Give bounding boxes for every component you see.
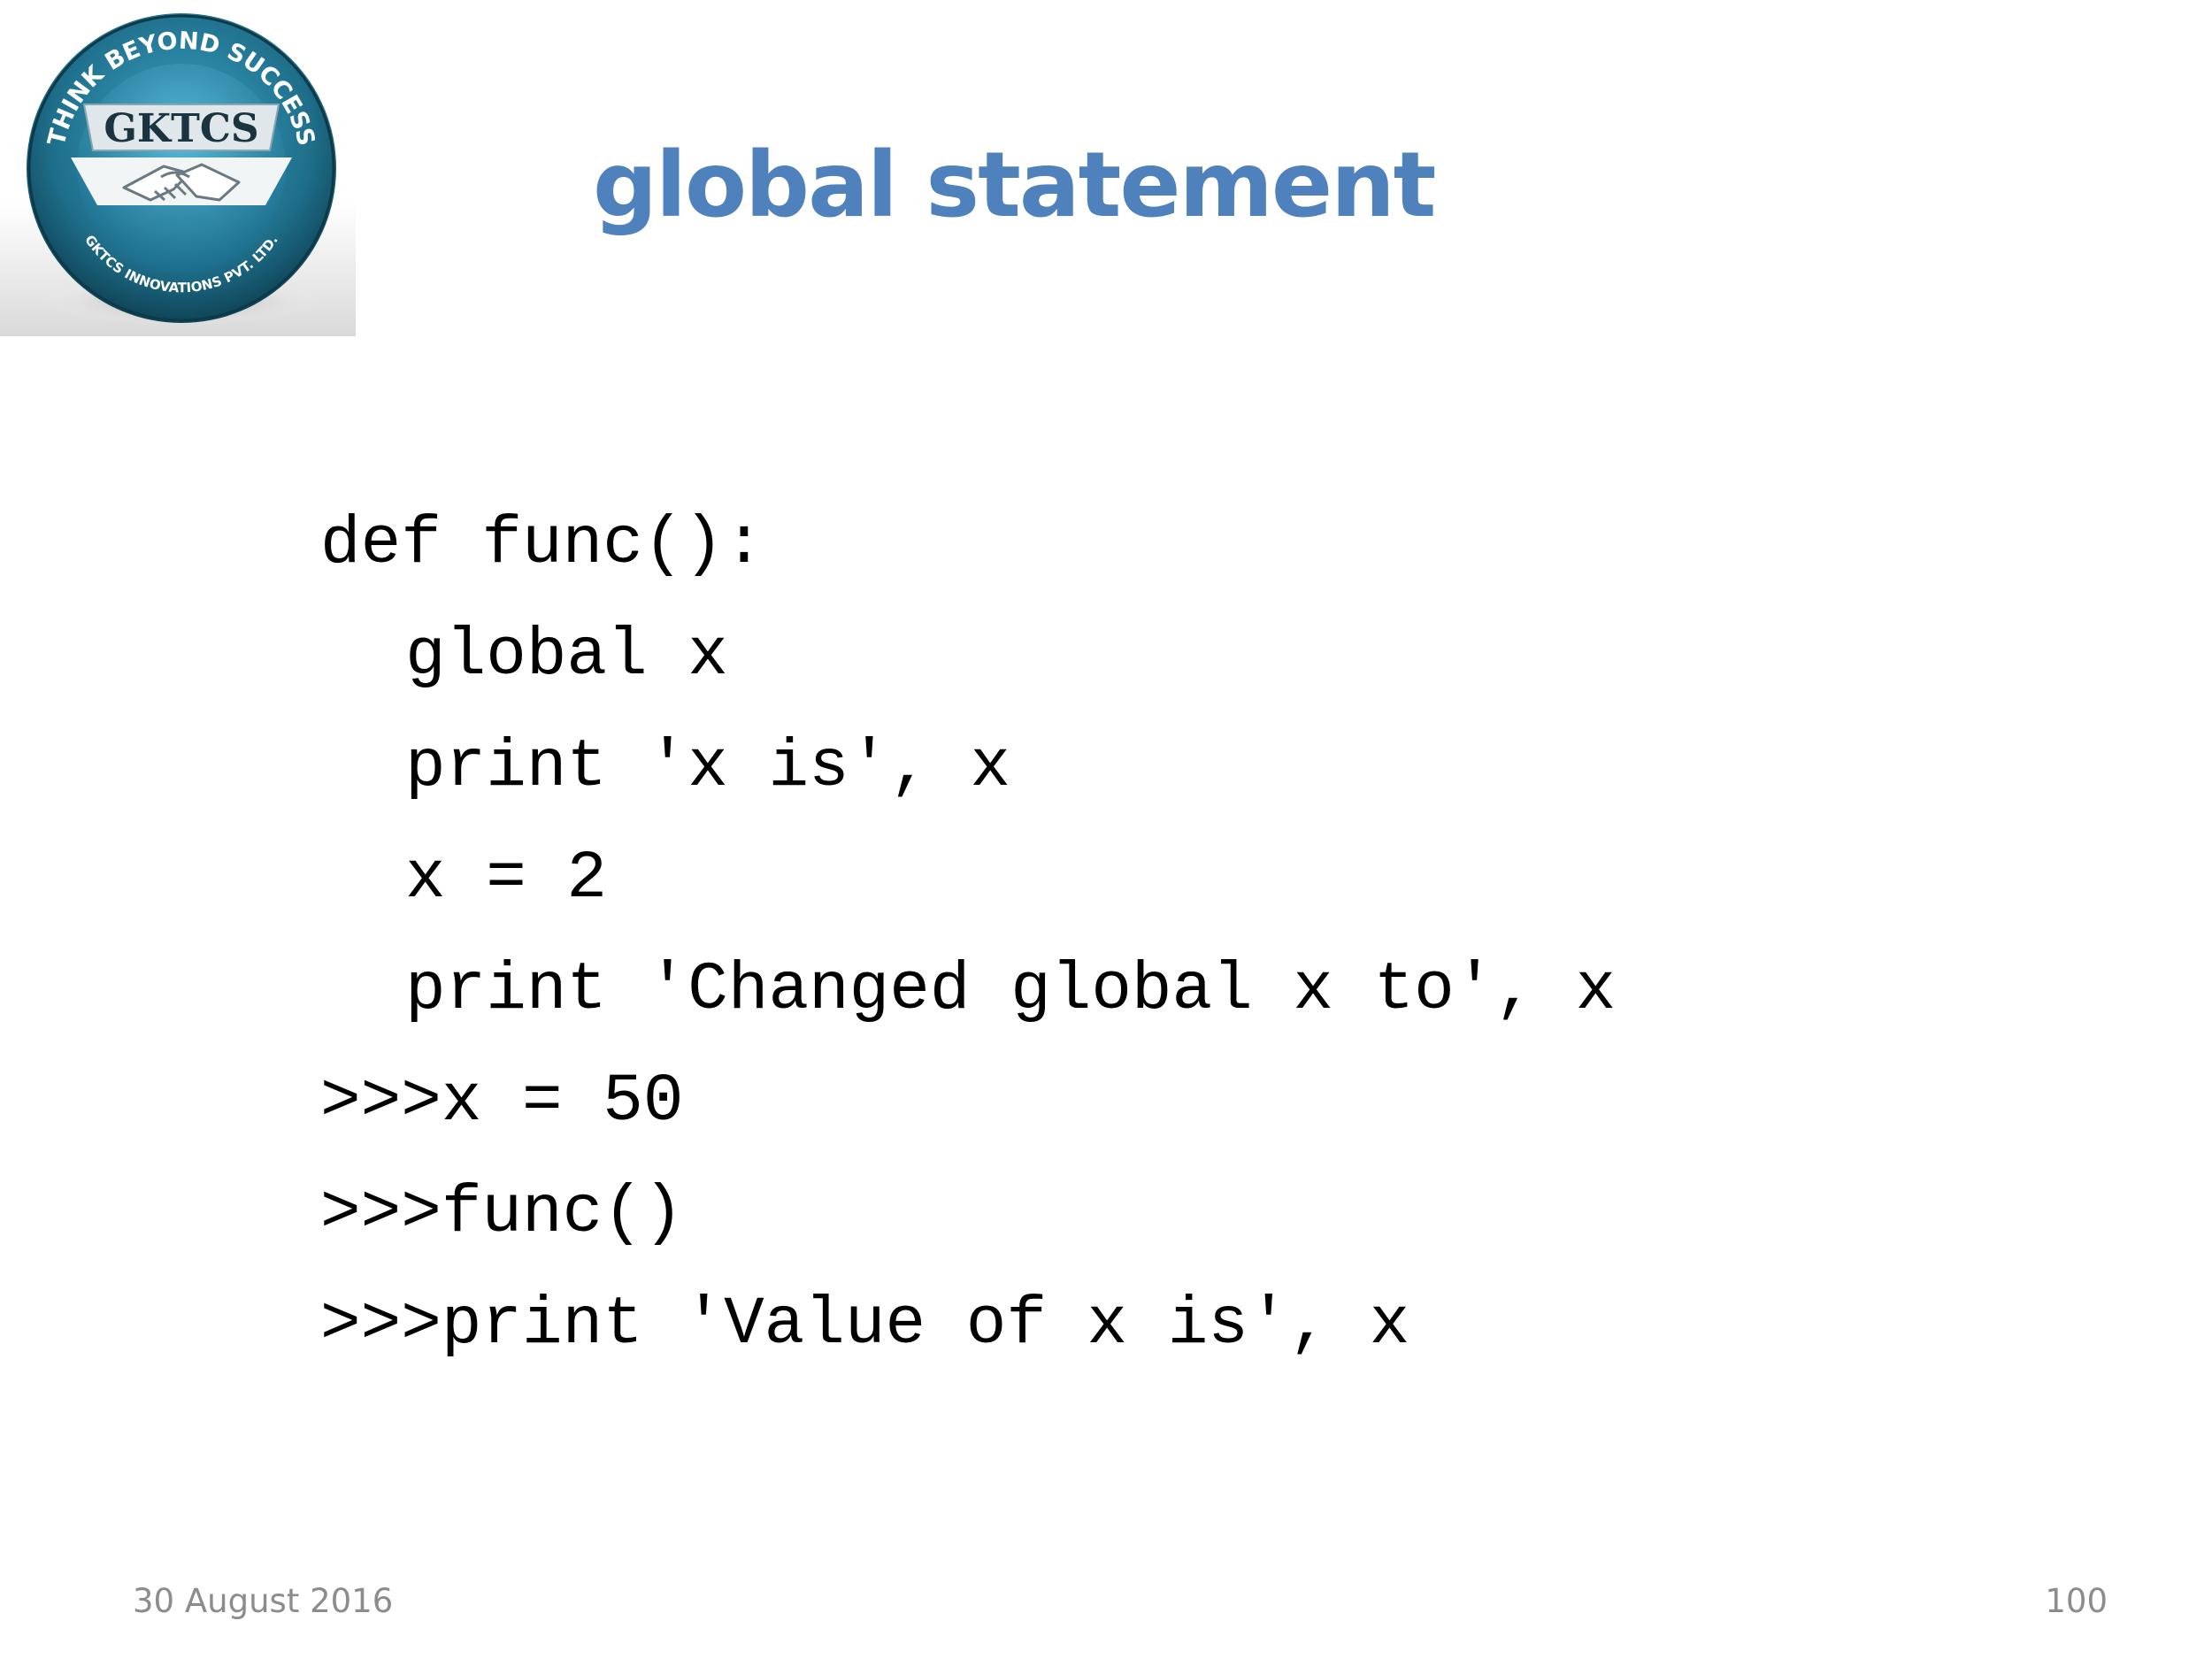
logo-name: GKTCS xyxy=(104,106,258,151)
slide-title: global statement xyxy=(593,133,1436,238)
code-line: global x xyxy=(405,618,728,694)
company-logo: THINK BEYOND SUCCESS GKTCS INNOVATIONS P… xyxy=(0,0,356,336)
code-line: print 'Changed global x to', x xyxy=(405,952,1617,1028)
code-line: >>>func() xyxy=(320,1175,684,1251)
page-number: 100 xyxy=(2045,1582,2108,1620)
code-line: >>>x = 50 xyxy=(320,1064,684,1140)
code-line: >>>print 'Value of x is', x xyxy=(320,1286,1410,1363)
footer-date: 30 August 2016 xyxy=(133,1582,394,1620)
code-block: def func(): global x print 'x is', x x =… xyxy=(320,500,1616,1392)
code-line: print 'x is', x xyxy=(405,729,1011,805)
code-line: def func(): xyxy=(320,506,764,582)
code-line: x = 2 xyxy=(405,841,608,917)
gktcs-logo-graphic: THINK BEYOND SUCCESS GKTCS INNOVATIONS P… xyxy=(27,13,336,326)
slide: THINK BEYOND SUCCESS GKTCS INNOVATIONS P… xyxy=(0,0,2212,1659)
